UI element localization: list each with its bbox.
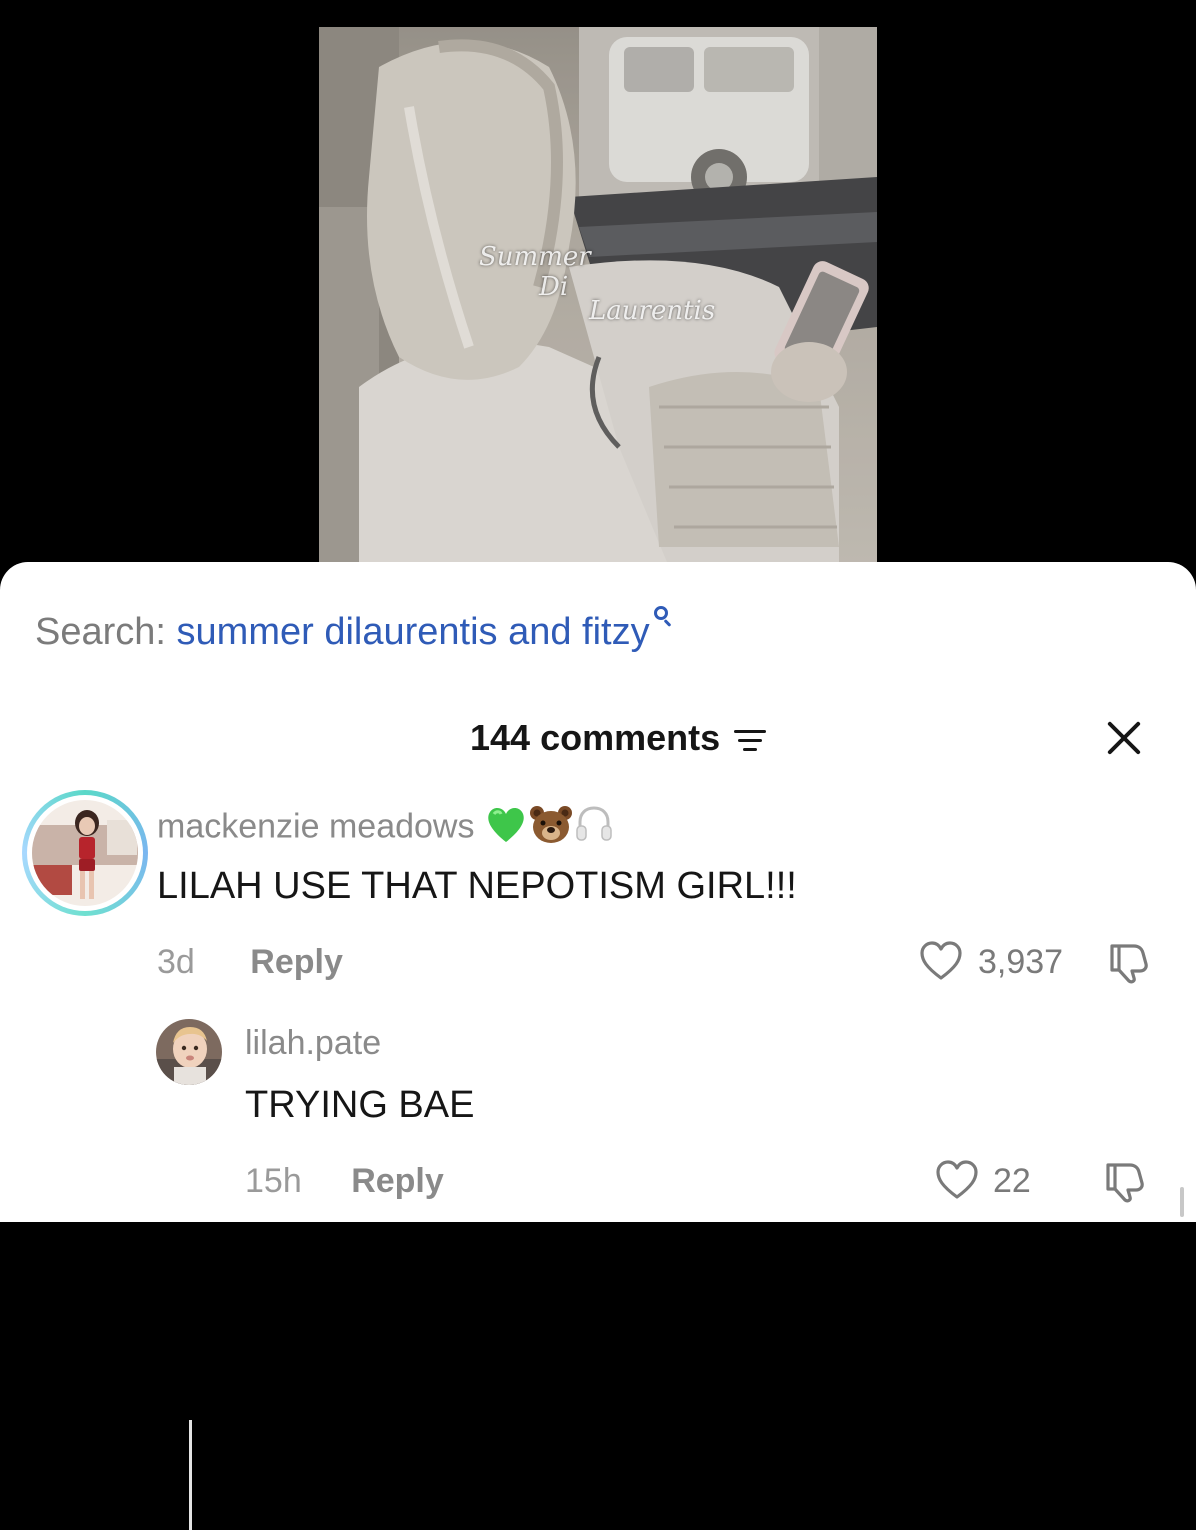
thumbs-down-icon: [1110, 944, 1148, 984]
reply-username[interactable]: lilah.pate: [245, 1023, 381, 1063]
search-query-link[interactable]: summer dilaurentis and fitzy: [177, 611, 650, 653]
like-button[interactable]: [918, 940, 964, 982]
headphones-icon: [574, 804, 614, 853]
like-count: 22: [993, 1162, 1031, 1200]
heart-icon: [920, 941, 962, 980]
comments-count: 144 comments: [470, 717, 721, 758]
scrollbar[interactable]: [1180, 1187, 1184, 1217]
dislike-button[interactable]: [1104, 940, 1154, 984]
comment-username[interactable]: mackenzie meadows: [157, 804, 614, 853]
search-suggestion[interactable]: Search: summer dilaurentis and fitzy: [35, 606, 674, 654]
comment-time: 3d: [157, 943, 195, 981]
sort-filter-icon[interactable]: [734, 730, 766, 754]
avatar[interactable]: [22, 790, 148, 916]
reply-item: lilah.pate TRYING BAE 15h Reply 22: [0, 1019, 1196, 1219]
search-icon[interactable]: [652, 604, 676, 628]
thread-line: [189, 1420, 192, 1530]
reply-meta: 15h Reply: [245, 1161, 444, 1201]
like-count: 3,937: [978, 943, 1064, 981]
watermark-line: Laurentis: [589, 296, 716, 326]
search-label: Search:: [35, 611, 166, 653]
avatar[interactable]: [156, 1019, 222, 1085]
comment-text: LILAH USE THAT NEPOTISM GIRL!!!: [157, 865, 797, 907]
reply-button[interactable]: Reply: [351, 1162, 444, 1200]
bear-face-icon: [528, 804, 574, 853]
thumbs-down-icon: [1106, 1163, 1144, 1203]
comment-item: mackenzie meadows LILAH USE THAT NEPOTIS…: [0, 790, 1196, 1020]
watermark-signature: Summer Di Laurentis: [479, 242, 719, 352]
username-text: mackenzie meadows: [157, 807, 475, 846]
avatar-image: [156, 1019, 222, 1085]
comment-meta: 3d Reply: [157, 942, 343, 982]
heart-icon: [936, 1160, 978, 1199]
reply-text: TRYING BAE: [245, 1084, 475, 1126]
video-player[interactable]: Summer Di Laurentis: [0, 0, 1196, 600]
dislike-button[interactable]: [1100, 1159, 1150, 1203]
avatar-image: [32, 800, 138, 906]
reply-time: 15h: [245, 1162, 302, 1200]
green-heart-icon: [484, 804, 528, 853]
video-frame[interactable]: Summer Di Laurentis: [319, 27, 877, 567]
watermark-line: Summer: [479, 242, 591, 272]
close-icon[interactable]: [1102, 716, 1146, 760]
like-button[interactable]: [934, 1159, 980, 1201]
reply-button[interactable]: Reply: [250, 943, 343, 981]
comments-sheet: Search: summer dilaurentis and fitzy 144…: [0, 562, 1196, 1530]
comments-header: 144 comments: [0, 716, 1196, 766]
